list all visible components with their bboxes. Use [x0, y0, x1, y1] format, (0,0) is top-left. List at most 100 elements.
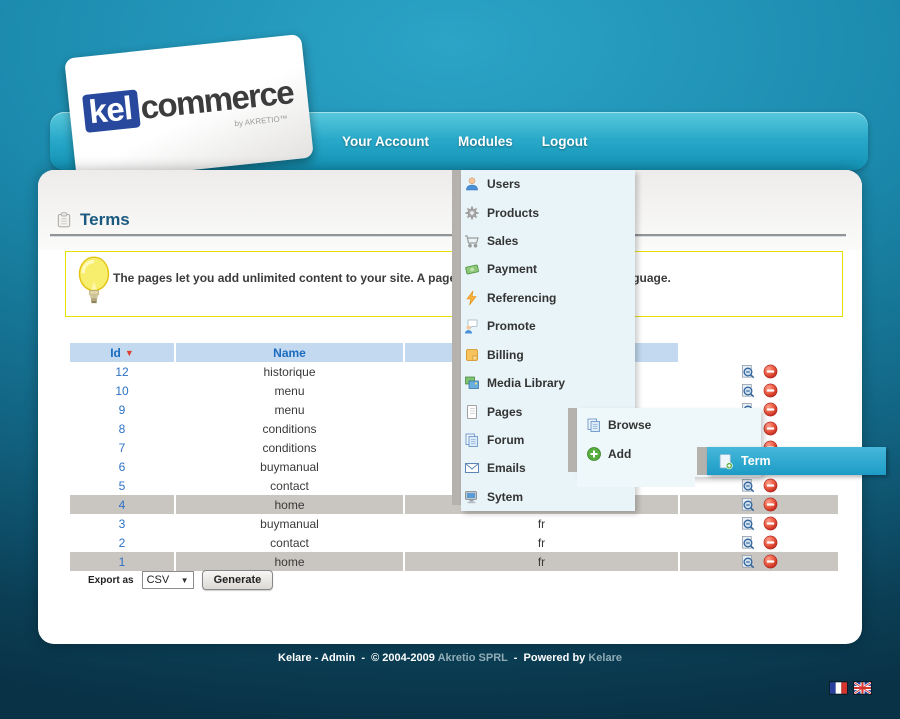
page-icon — [464, 404, 480, 420]
menu-item-billing[interactable]: Billing — [461, 341, 635, 369]
term-language: fr — [405, 533, 678, 552]
table-row: 1 homefr — [70, 552, 838, 571]
term-name: historique — [176, 362, 403, 381]
delete-term-button[interactable] — [763, 554, 778, 569]
term-id-link[interactable]: 5 — [119, 479, 126, 493]
footer-segment: Powered by — [524, 652, 589, 664]
submenu-item-term[interactable]: Term — [707, 447, 886, 475]
menu-item-label: Browse — [608, 418, 651, 432]
nav-link-modules[interactable]: Modules — [458, 134, 513, 149]
term-name: contact — [176, 533, 403, 552]
delete-term-button[interactable] — [763, 364, 778, 379]
row-actions — [680, 383, 838, 399]
media-icon — [464, 375, 480, 391]
term-id-link[interactable]: 6 — [119, 460, 126, 474]
kelcommerce-admin-window: Your Account Modules Logout kel commerce b… — [0, 0, 900, 719]
menu-item-label: Billing — [487, 348, 524, 362]
delete-term-button[interactable] — [763, 402, 778, 417]
view-term-button[interactable] — [740, 535, 755, 551]
view-term-button[interactable] — [740, 478, 755, 494]
menu-item-users[interactable]: Users — [461, 170, 635, 198]
delete-term-button[interactable] — [763, 497, 778, 512]
term-id-link[interactable]: 4 — [119, 498, 126, 512]
column-header-id[interactable]: Id▼ — [70, 343, 174, 362]
menu-item-label: Sytem — [487, 490, 523, 504]
delete-term-button[interactable] — [763, 421, 778, 436]
submenu-item-browse[interactable]: Browse — [577, 410, 761, 439]
term-id-link[interactable]: 12 — [115, 365, 128, 379]
term-id-link[interactable]: 8 — [119, 422, 126, 436]
menu-item-label: Referencing — [487, 291, 556, 305]
menu-item-label: Sales — [487, 234, 518, 248]
row-actions — [680, 516, 838, 532]
menu-item-referencing[interactable]: Referencing — [461, 284, 635, 312]
footer-text: Kelare - Admin - © 2004-2009 Akretio SPR… — [0, 652, 900, 664]
menu-item-label: Term — [741, 454, 771, 468]
view-term-button[interactable] — [740, 383, 755, 399]
billing-icon — [464, 347, 480, 363]
menu-left-rail — [452, 170, 461, 505]
pages-submenu-extension — [577, 477, 695, 487]
row-actions — [680, 364, 838, 380]
term-name: conditions — [176, 419, 403, 438]
cart-icon — [464, 233, 480, 249]
term-id-link[interactable]: 10 — [115, 384, 128, 398]
menu-item-promote[interactable]: Promote — [461, 312, 635, 340]
term-name: buymanual — [176, 514, 403, 533]
kelcommerce-logo[interactable]: kel commerce by AKRETIO™ — [64, 34, 314, 182]
menu-item-payment[interactable]: Payment — [461, 255, 635, 283]
term-name: conditions — [176, 438, 403, 457]
delete-term-button[interactable] — [763, 383, 778, 398]
add-submenu-left-rail — [697, 447, 707, 475]
page-add-icon — [717, 453, 734, 470]
menu-item-label: Forum — [487, 433, 524, 447]
english-flag[interactable] — [854, 682, 871, 694]
footer-segment: Akretio SPRL — [438, 652, 508, 664]
user-icon — [464, 176, 480, 192]
computer-icon — [464, 489, 480, 505]
term-name: menu — [176, 400, 403, 419]
gear-icon — [464, 205, 480, 221]
nav-link-your-account[interactable]: Your Account — [342, 134, 429, 149]
term-name: home — [176, 495, 403, 514]
banknote-icon — [464, 261, 480, 277]
nav-link-logout[interactable]: Logout — [542, 134, 588, 149]
term-id-link[interactable]: 2 — [119, 536, 126, 550]
term-name: menu — [176, 381, 403, 400]
envelope-icon — [464, 460, 480, 476]
footer-segment: Kelare — [588, 652, 622, 664]
term-id-link[interactable]: 1 — [119, 555, 126, 569]
generate-button[interactable]: Generate — [202, 570, 274, 590]
footer-segment: Kelare - Admin — [278, 652, 355, 664]
view-term-button[interactable] — [740, 364, 755, 380]
menu-item-label: Emails — [487, 461, 526, 475]
view-term-button[interactable] — [740, 554, 755, 570]
footer-segment: - — [508, 652, 524, 664]
row-actions — [680, 554, 838, 570]
menu-item-media-library[interactable]: Media Library — [461, 369, 635, 397]
term-id-link[interactable]: 7 — [119, 441, 126, 455]
menu-item-label: Add — [608, 447, 631, 461]
column-header-name[interactable]: Name — [176, 343, 403, 362]
term-id-link[interactable]: 9 — [119, 403, 126, 417]
menu-item-label: Media Library — [487, 376, 565, 390]
french-flag[interactable] — [830, 682, 847, 694]
menu-item-label: Users — [487, 177, 520, 191]
term-name: home — [176, 552, 403, 571]
term-language: fr — [405, 552, 678, 571]
menu-item-sales[interactable]: Sales — [461, 227, 635, 255]
promote-icon — [464, 318, 480, 334]
menu-item-products[interactable]: Products — [461, 198, 635, 226]
delete-term-button[interactable] — [763, 478, 778, 493]
view-term-button[interactable] — [740, 497, 755, 513]
forum-icon — [464, 432, 480, 448]
delete-term-button[interactable] — [763, 516, 778, 531]
export-format-select[interactable]: CSV ▼ — [142, 571, 194, 589]
delete-term-button[interactable] — [763, 535, 778, 550]
term-id-link[interactable]: 3 — [119, 517, 126, 531]
view-term-button[interactable] — [740, 516, 755, 532]
lightning-icon — [464, 290, 480, 306]
column-header-actions — [680, 343, 838, 362]
export-bar: Export as CSV ▼ Generate — [88, 570, 273, 590]
footer-segment: © 2004-2009 — [371, 652, 437, 664]
